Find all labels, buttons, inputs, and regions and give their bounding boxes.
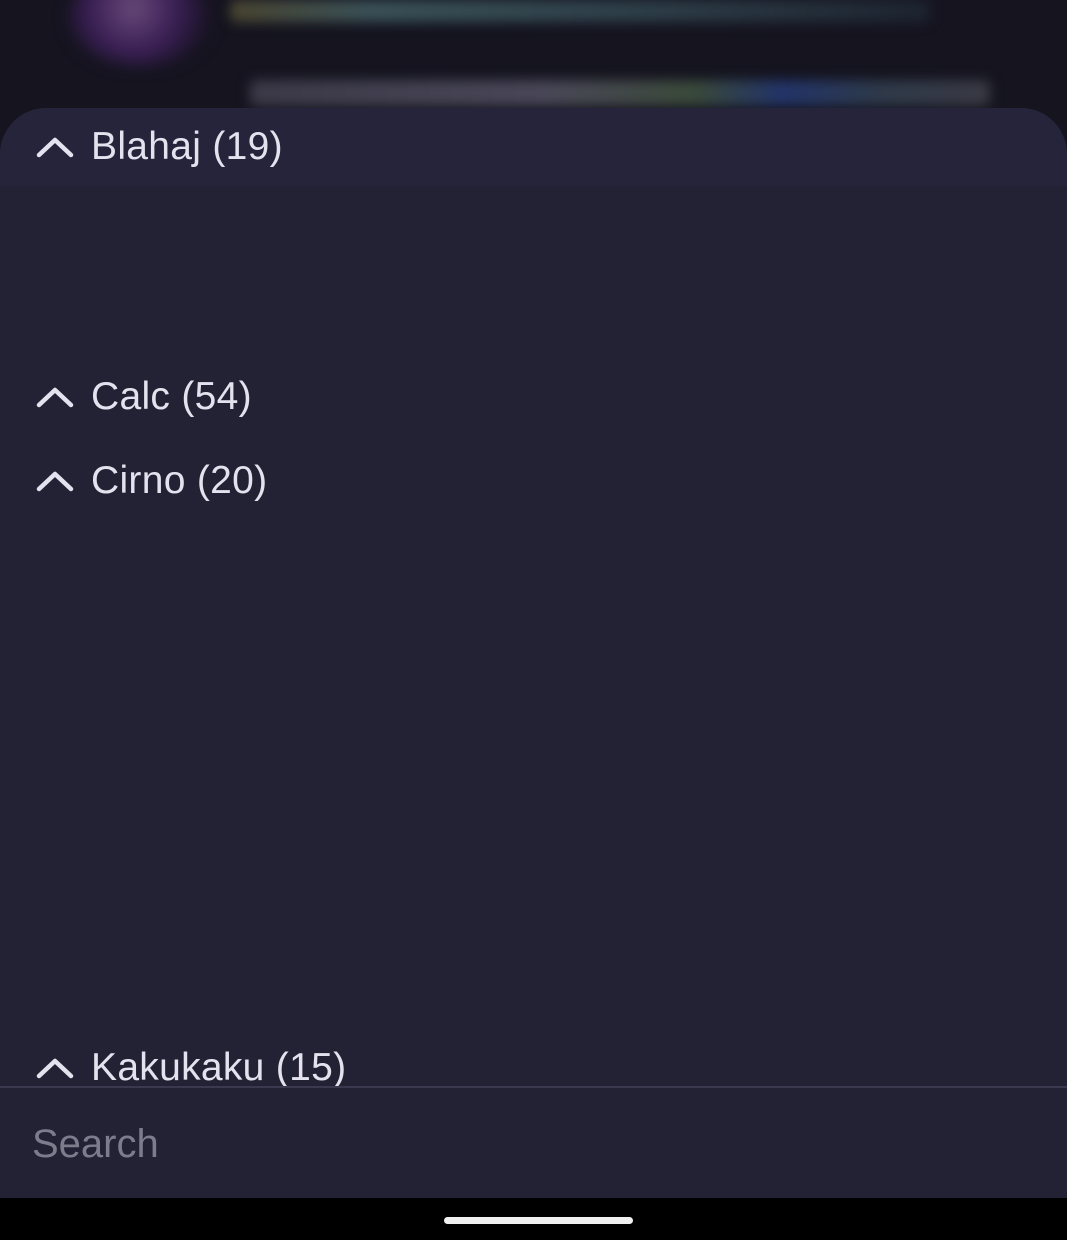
chevron-up-icon [36, 469, 74, 493]
chevron-up-icon [36, 385, 74, 409]
navigation-bar [0, 1198, 1067, 1240]
blurred-message-line [230, 0, 930, 22]
group-header-blahaj[interactable]: Blahaj (19) [0, 108, 1067, 186]
group-header-calc[interactable]: Calc (54) [0, 359, 1067, 435]
search-bar [0, 1086, 1067, 1198]
chevron-up-icon [36, 135, 74, 159]
chevron-up-icon [36, 1056, 74, 1080]
group-label: Kakukaku (15) [91, 1046, 347, 1089]
blurred-avatar [70, 0, 210, 65]
home-indicator[interactable] [444, 1217, 633, 1224]
search-input[interactable] [0, 1088, 1067, 1198]
emoji-picker-sheet: Blahaj (19) Calc (54) Cirno (20) Kakukak… [0, 108, 1067, 1198]
blurred-message-line [250, 80, 990, 106]
group-label: Blahaj (19) [91, 125, 283, 168]
screen: Blahaj (19) Calc (54) Cirno (20) Kakukak… [0, 0, 1067, 1240]
group-label: Calc (54) [91, 375, 252, 418]
group-label: Cirno (20) [91, 459, 268, 502]
group-header-cirno[interactable]: Cirno (20) [0, 443, 1067, 519]
